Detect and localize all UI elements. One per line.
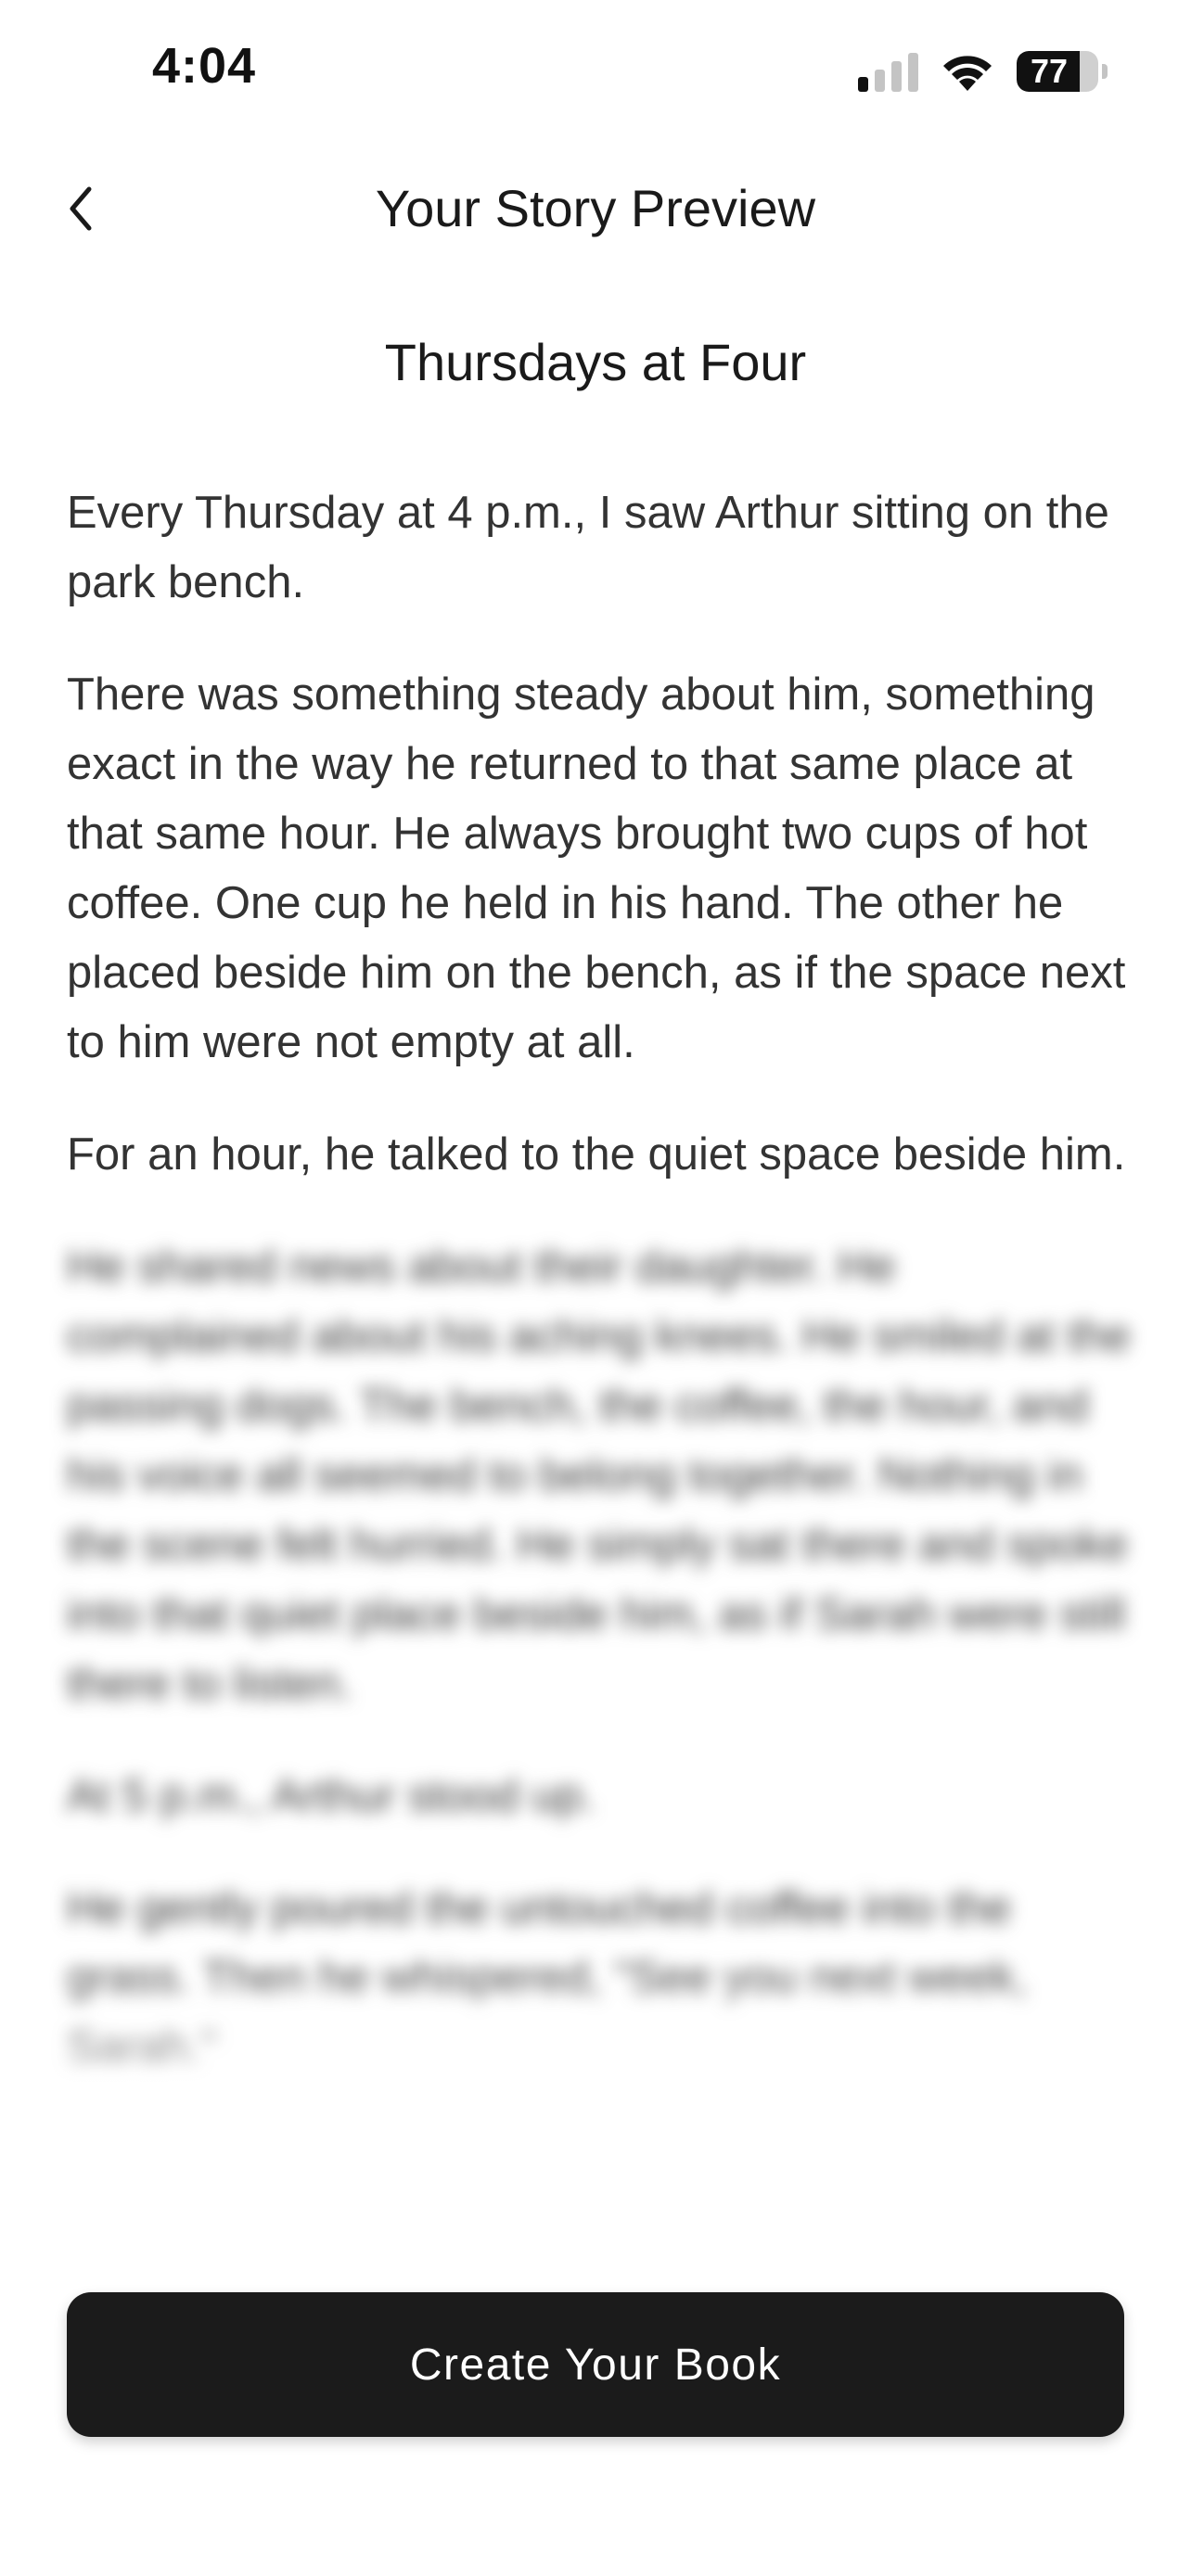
create-book-button[interactable]: Create Your Book — [67, 2292, 1124, 2437]
story-title: Thursdays at Four — [384, 333, 807, 391]
story-body: Every Thursday at 4 p.m., I saw Arthur s… — [67, 478, 1133, 2125]
page-title: Your Story Preview — [375, 179, 816, 237]
story-paragraph: There was something steady about him, so… — [67, 670, 1126, 1067]
fade-overlay — [0, 1966, 1191, 2300]
wifi-icon — [939, 50, 996, 93]
story-paragraph: For an hour, he talked to the quiet spac… — [67, 1129, 1126, 1180]
nav-header: Your Story Preview — [0, 167, 1191, 250]
blurred-preview: He shared news about their daughter. He … — [67, 1232, 1133, 2083]
signal-icon — [858, 51, 918, 92]
story-paragraph: Every Thursday at 4 p.m., I saw Arthur s… — [67, 488, 1109, 607]
battery-icon: 77 — [1017, 51, 1098, 92]
status-time: 4:04 — [152, 38, 257, 94]
blurred-paragraph: He shared news about their daughter. He … — [67, 1242, 1131, 1709]
blurred-paragraph: At 5 p.m., Arthur stood up. — [67, 1771, 596, 1821]
status-icons: 77 — [858, 48, 1108, 95]
battery-cap — [1102, 64, 1108, 79]
status-bar: 4:04 77 — [0, 0, 1191, 139]
battery-level: 77 — [1030, 52, 1069, 90]
